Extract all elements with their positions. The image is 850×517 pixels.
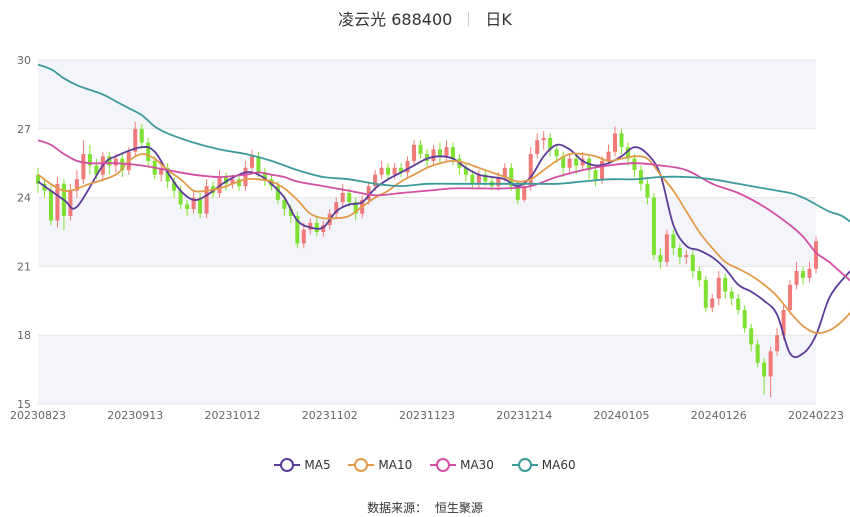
candle-body — [638, 170, 643, 184]
legend-item-ma5[interactable]: MA5 — [274, 458, 331, 472]
candle-body — [139, 128, 144, 143]
candle-body — [807, 268, 812, 278]
candle-body — [742, 309, 747, 329]
legend-item-ma30[interactable]: MA30 — [430, 458, 494, 472]
candle-body — [68, 190, 73, 216]
data-source-label: 数据来源： — [367, 501, 428, 515]
candle-body — [146, 142, 151, 161]
candle-body — [723, 277, 728, 292]
candle-body — [379, 167, 384, 175]
legend-item-ma10[interactable]: MA10 — [348, 458, 412, 472]
legend-marker-icon — [274, 458, 301, 472]
candle-body — [762, 362, 767, 377]
candle-body — [249, 156, 254, 168]
x-tick-label: 20240126 — [691, 409, 747, 422]
candle-body — [658, 254, 663, 262]
y-tick-label: 30 — [17, 54, 31, 67]
candle-body — [600, 160, 605, 180]
candle-body — [450, 147, 455, 159]
legend-item-ma60[interactable]: MA60 — [511, 458, 576, 472]
candle-body — [386, 167, 391, 175]
candle-body — [632, 158, 637, 171]
candle-body — [437, 149, 442, 157]
candle-body — [794, 270, 799, 285]
plot-band — [38, 60, 816, 129]
candle-body — [664, 234, 669, 262]
candle-body — [554, 149, 559, 157]
x-tick-label: 20231102 — [302, 409, 358, 422]
candle-body — [528, 154, 533, 187]
candle-body — [716, 277, 721, 299]
legend-label: MA10 — [378, 458, 413, 472]
candle-body — [671, 234, 676, 249]
candle-body — [801, 270, 806, 278]
x-tick-label: 20231214 — [496, 409, 552, 422]
data-source: 数据来源： 恒生聚源 — [0, 499, 850, 516]
legend-label: MA60 — [541, 458, 576, 472]
candle-body — [613, 133, 618, 152]
candle-body — [113, 158, 118, 166]
candle-body — [574, 158, 579, 166]
legend-label: MA5 — [304, 458, 331, 472]
candle-body — [684, 254, 689, 258]
legend-label: MA30 — [460, 458, 494, 472]
candle-body — [768, 351, 773, 377]
legend-marker-icon — [348, 458, 375, 472]
candle-body — [541, 137, 546, 141]
legend-marker-icon — [511, 458, 538, 472]
x-tick-label: 20230823 — [10, 409, 66, 422]
candle-body — [243, 167, 248, 187]
y-axis-ticks: 151821242730 — [17, 54, 31, 411]
data-source-name: 恒生聚源 — [434, 501, 483, 515]
candle-body — [729, 291, 734, 299]
y-tick-label: 27 — [17, 123, 31, 136]
x-axis-ticks: 20230823 20230913 20231012 20231102 20231123… — [10, 409, 844, 422]
candle-body — [690, 254, 695, 271]
candle-body — [606, 151, 611, 161]
candle-body — [412, 144, 417, 161]
candle-body — [677, 248, 682, 258]
candle-body — [697, 270, 702, 281]
candlestick-chart: 151821242730 20230823 20230913 20231012 202… — [10, 54, 850, 422]
x-tick-label: 20240105 — [594, 409, 650, 422]
y-tick-label: 24 — [17, 192, 31, 205]
candle-body — [736, 298, 741, 310]
candle-body — [48, 190, 53, 221]
candle-body — [81, 154, 86, 180]
candle-body — [593, 170, 598, 180]
x-tick-label: 20231012 — [205, 409, 261, 422]
legend-marker-icon — [430, 458, 457, 472]
candle-body — [185, 204, 190, 210]
candle-body — [256, 156, 261, 173]
candle-body — [314, 222, 319, 232]
candle-body — [347, 193, 352, 203]
candle-body — [431, 149, 436, 161]
candle-body — [444, 147, 449, 157]
y-tick-label: 18 — [17, 329, 31, 342]
x-tick-label: 20230913 — [107, 409, 163, 422]
candle-body — [392, 167, 397, 175]
candle-body — [775, 335, 780, 352]
x-tick-label: 20231123 — [399, 409, 455, 422]
plot-band — [38, 335, 816, 404]
candle-body — [567, 158, 572, 168]
candle-body — [535, 140, 540, 155]
candle-body — [418, 144, 423, 155]
candle-body — [755, 344, 760, 363]
candle-body — [340, 193, 345, 203]
x-tick-label: 20240223 — [788, 409, 844, 422]
candle-body — [619, 133, 624, 148]
legend: MA5 MA10 MA30 MA60 — [0, 458, 850, 475]
candle-body — [710, 298, 715, 308]
candle-body — [788, 284, 793, 310]
candle-body — [301, 229, 306, 244]
candle-body — [651, 197, 656, 255]
y-tick-label: 21 — [17, 260, 31, 273]
candle-body — [470, 174, 475, 184]
candle-body — [703, 280, 708, 308]
candle-body — [749, 328, 754, 345]
candle-body — [645, 183, 650, 198]
